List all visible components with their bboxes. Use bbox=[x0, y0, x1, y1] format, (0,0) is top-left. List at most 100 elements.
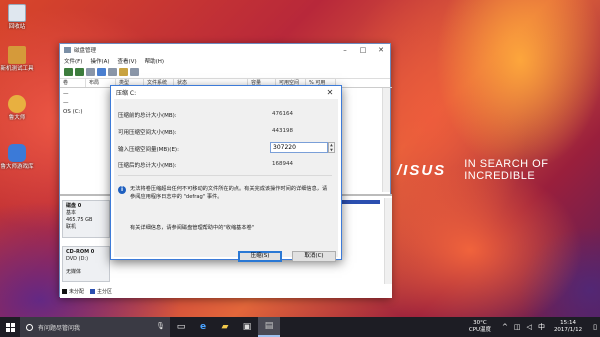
help-icon[interactable] bbox=[97, 68, 106, 76]
back-icon[interactable] bbox=[64, 68, 73, 76]
brand-logo: /ISUS bbox=[397, 161, 447, 179]
taskbar: 有问题尽管问我 🎙 ▭ e ▰ ▣ ▤ 30°C CPU温度 ^ ◫ ◁ 中 1… bbox=[0, 317, 600, 337]
store-icon[interactable]: ▣ bbox=[236, 317, 258, 337]
cdrom-0-status: 无媒体 bbox=[66, 269, 82, 275]
ludashi-icon bbox=[8, 95, 26, 113]
disk-management-taskbar-icon[interactable]: ▤ bbox=[258, 317, 280, 337]
info-line-1: 无法将卷压缩超出任何不可移动的文件所在的点。有关完成该操作时间的详细信息，请 bbox=[130, 186, 328, 192]
field-label: 可用压缩空间大小(MB): bbox=[118, 130, 177, 136]
dialog-body: 压缩前的总计大小(MB): 476164 可用压缩空间大小(MB): 44319… bbox=[114, 99, 338, 262]
cdrom-0-name: CD-ROM 0 bbox=[66, 249, 95, 255]
upper-scrollbar[interactable] bbox=[382, 88, 390, 192]
disk-0-type: 基本 bbox=[66, 210, 77, 216]
cdrom-0-label[interactable]: CD-ROM 0 DVD (D:) 无媒体 bbox=[62, 246, 110, 282]
legend-primary-swatch bbox=[90, 289, 96, 294]
info-icon: i bbox=[118, 186, 126, 194]
col-volume[interactable]: 卷 bbox=[60, 79, 86, 87]
forward-icon[interactable] bbox=[75, 68, 84, 76]
maximize-button[interactable]: □ bbox=[354, 44, 372, 56]
clock-date: 2017/1/12 bbox=[553, 327, 583, 333]
recycle-bin-icon bbox=[8, 4, 26, 22]
field-value: 443198 bbox=[272, 128, 293, 134]
volume-row[interactable]: OS (C:) bbox=[63, 108, 83, 117]
settings-icon[interactable] bbox=[130, 68, 139, 76]
legend-unallocated-swatch bbox=[62, 289, 67, 294]
network-icon[interactable]: ◫ bbox=[514, 323, 521, 331]
volume-icon[interactable]: ◁ bbox=[527, 323, 532, 331]
folder-icon bbox=[8, 46, 26, 64]
volume-row[interactable]: — bbox=[63, 99, 83, 108]
menu-bar: 文件(F) 操作(A) 查看(V) 帮助(H) bbox=[60, 56, 390, 66]
desktop-icon-label: 鲁大师游戏库 bbox=[0, 164, 34, 170]
cdrom-0-type: DVD (D:) bbox=[66, 256, 89, 262]
dialog-close-button[interactable]: ✕ bbox=[319, 86, 341, 99]
field-label: 输入压缩空间量(MB)(E): bbox=[118, 147, 179, 153]
desktop-icon-test-tools[interactable]: 新机测试工具 bbox=[0, 46, 34, 73]
desktop-icon-label: 回收站 bbox=[8, 24, 26, 30]
info-line-2: 参阅应用程序日志中的 "defrag" 事件。 bbox=[130, 194, 223, 200]
cortana-search-box[interactable]: 有问题尽管问我 🎙 bbox=[20, 317, 170, 337]
system-tray: 30°C CPU温度 ^ ◫ ◁ 中 15:14 2017/1/12 ▯ bbox=[469, 317, 600, 337]
dialog-title: 压缩 C: bbox=[116, 90, 137, 97]
minimize-button[interactable]: – bbox=[336, 44, 354, 56]
field-value: 476164 bbox=[272, 111, 293, 117]
shrink-button[interactable]: 压缩(S) bbox=[238, 251, 282, 262]
legend: 未分配 主分区 bbox=[62, 288, 112, 295]
close-button[interactable]: ✕ bbox=[372, 44, 390, 56]
cpu-temp-value: 30°C bbox=[473, 320, 487, 326]
desktop-icon-ludashi[interactable]: 鲁大师 bbox=[0, 95, 34, 122]
menu-help[interactable]: 帮助(H) bbox=[145, 57, 164, 65]
clock-time: 15:14 bbox=[560, 320, 576, 326]
microphone-icon[interactable]: 🎙 bbox=[156, 322, 165, 330]
shrink-amount-input[interactable] bbox=[270, 142, 328, 153]
field-value: 168944 bbox=[272, 161, 293, 167]
volume-list: — — OS (C:) bbox=[63, 90, 83, 117]
disk-0-label[interactable]: 磁盘 0 基本 465.75 GB 联机 bbox=[62, 200, 110, 238]
disk-management-icon bbox=[64, 47, 71, 53]
dialog-titlebar[interactable]: 压缩 C: bbox=[111, 86, 341, 99]
cpu-temp-widget[interactable]: 30°C CPU温度 bbox=[469, 320, 491, 334]
clock[interactable]: 15:14 2017/1/12 bbox=[554, 320, 582, 334]
gamepad-icon bbox=[8, 144, 26, 162]
disk-0-size: 465.75 GB bbox=[66, 217, 93, 223]
properties-icon[interactable] bbox=[108, 68, 117, 76]
brand-banner: /ISUS IN SEARCH OF INCREDIBLE bbox=[397, 158, 600, 182]
cpu-temp-label: CPU温度 bbox=[468, 327, 492, 333]
disk-0-status: 联机 bbox=[66, 224, 77, 230]
toolbar bbox=[60, 66, 390, 79]
menu-view[interactable]: 查看(V) bbox=[118, 57, 137, 65]
edge-browser-icon[interactable]: e bbox=[192, 317, 214, 337]
lower-scrollbar[interactable] bbox=[384, 198, 392, 284]
field-label: 压缩前的总计大小(MB): bbox=[118, 113, 177, 119]
desktop-icon-label: 鲁大师 bbox=[8, 115, 26, 121]
start-button[interactable] bbox=[0, 317, 20, 337]
menu-action[interactable]: 操作(A) bbox=[90, 57, 109, 65]
task-view-icon[interactable]: ▭ bbox=[170, 317, 192, 337]
cortana-icon bbox=[26, 323, 33, 331]
show-hidden-icons-icon[interactable]: ^ bbox=[502, 323, 508, 331]
shrink-dialog: 压缩 C: ✕ 压缩前的总计大小(MB): 476164 可用压缩空间大小(MB… bbox=[110, 85, 342, 262]
cancel-button[interactable]: 取消(C) bbox=[292, 251, 336, 262]
menu-file[interactable]: 文件(F) bbox=[64, 57, 82, 65]
help-note: 有关详细信息，请参阅磁盘管理帮助中的"收缩基本卷" bbox=[130, 225, 255, 231]
brand-slogan: IN SEARCH OF INCREDIBLE bbox=[464, 158, 549, 182]
field-label: 压缩后的总计大小(MB): bbox=[118, 163, 177, 169]
desktop-icon-recycle-bin[interactable]: 回收站 bbox=[0, 4, 34, 31]
input-method-icon[interactable]: 中 bbox=[538, 322, 545, 332]
shrink-amount-spinner[interactable]: ▲ ▼ bbox=[328, 142, 335, 153]
legend-unallocated-label: 未分配 bbox=[69, 289, 85, 295]
notifications-icon[interactable]: ▯ bbox=[593, 323, 597, 331]
info-message: i 无法将卷压缩超出任何不可移动的文件所在的点。有关完成该操作时间的详细信息，请… bbox=[118, 185, 332, 201]
disk-0-name: 磁盘 0 bbox=[66, 203, 82, 209]
legend-primary-label: 主分区 bbox=[97, 289, 113, 295]
console-tree-icon[interactable] bbox=[86, 68, 95, 76]
desktop-icon-label: 新机测试工具 bbox=[0, 66, 34, 72]
search-placeholder: 有问题尽管问我 bbox=[38, 324, 81, 332]
divider bbox=[118, 175, 332, 176]
file-explorer-icon[interactable]: ▰ bbox=[214, 317, 236, 337]
window-title: 磁盘管理 bbox=[74, 48, 97, 54]
refresh-icon[interactable] bbox=[119, 68, 128, 76]
desktop-icon-game-library[interactable]: 鲁大师游戏库 bbox=[0, 144, 34, 171]
volume-row[interactable]: — bbox=[63, 90, 83, 99]
windows-logo-icon bbox=[5, 322, 15, 332]
